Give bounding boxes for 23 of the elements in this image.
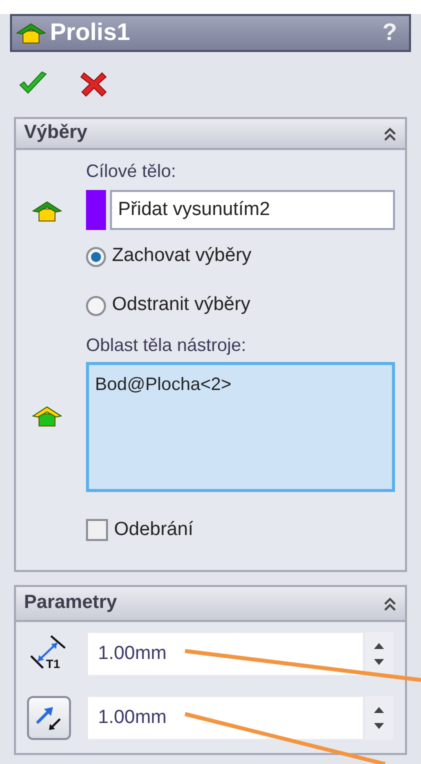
section-title: Parametry [24, 591, 117, 616]
value-field[interactable]: 1.00mm [88, 697, 363, 739]
house-icon [32, 405, 62, 427]
checkbox-option[interactable]: Odebrání [86, 506, 395, 554]
spin-buttons[interactable] [365, 696, 393, 740]
house-icon [32, 200, 62, 222]
collapse-icon[interactable] [383, 596, 397, 612]
collapse-icon[interactable] [383, 126, 397, 142]
target-field[interactable]: Přidat vysunutím2 [110, 190, 395, 230]
spin-buttons[interactable] [365, 632, 393, 676]
radio-option[interactable]: Zachovat výběry [86, 232, 395, 281]
color-swatch [86, 190, 106, 230]
value-field[interactable]: 1.00mm [88, 633, 363, 675]
selection-list[interactable]: Bod@Plocha<2> [86, 362, 395, 492]
window-title: Prolis1 [50, 18, 130, 48]
cancel-icon[interactable] [80, 71, 108, 97]
radio-option[interactable]: Odstranit výběry [86, 281, 395, 330]
section-title: Výběry [24, 121, 88, 146]
field-label: Oblast těla nástroje: [86, 334, 248, 357]
list-item[interactable]: Bod@Plocha<2> [95, 371, 386, 398]
reverse-direction-button[interactable] [27, 696, 71, 740]
house-icon [16, 22, 46, 44]
field-label: Cílové tělo: [86, 160, 178, 183]
